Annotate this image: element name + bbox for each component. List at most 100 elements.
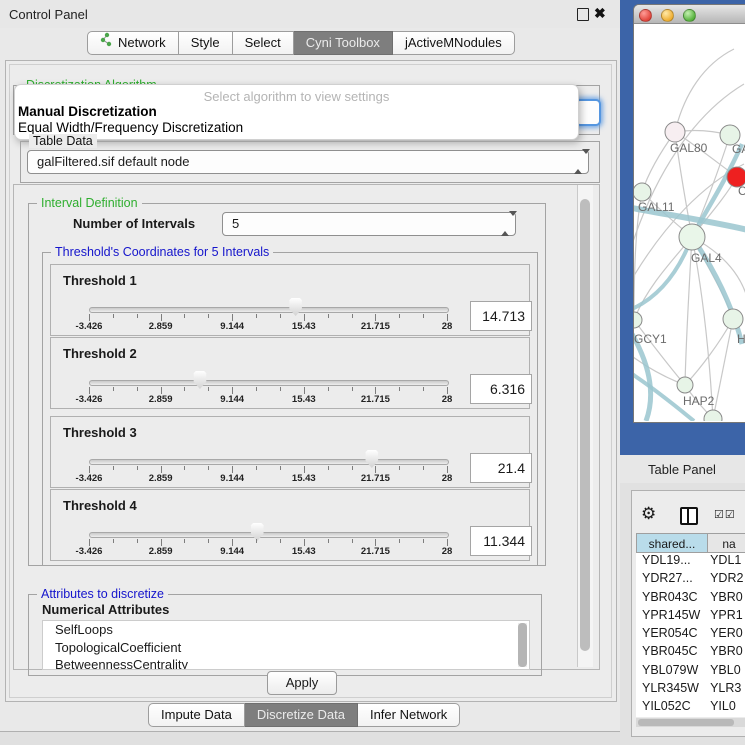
cell-name[interactable]: YDL1 [710, 553, 745, 571]
float-window-icon[interactable] [577, 8, 589, 21]
table-row[interactable]: YBR043CYBR0 [636, 590, 745, 608]
node-label: GCY1 [634, 332, 667, 346]
list-item[interactable]: SelfLoops [43, 621, 529, 639]
slider-thumb[interactable] [193, 371, 207, 389]
zoom-window-icon[interactable] [683, 9, 696, 22]
network-node-gal4[interactable] [679, 224, 705, 250]
tab-jactivemnodules[interactable]: jActiveMNodules [393, 31, 515, 55]
numerical-attributes-list[interactable]: SelfLoopsTopologicalCoefficientBetweenne… [42, 620, 530, 670]
list-scrollbar[interactable] [518, 623, 527, 667]
bottom-tab-infer-network[interactable]: Infer Network [358, 703, 460, 727]
network-edge[interactable] [675, 49, 734, 132]
tab-style[interactable]: Style [179, 31, 233, 55]
column-header-name[interactable]: na [708, 533, 745, 553]
tick-label: 2.859 [149, 473, 173, 484]
network-node-gal80[interactable] [665, 122, 685, 142]
network-window-titlebar[interactable] [634, 5, 745, 24]
cell-shared-name[interactable]: YDR27... [636, 571, 710, 589]
cell-name[interactable]: YBR0 [710, 590, 745, 608]
table-row[interactable]: YER054CYER0 [636, 626, 745, 644]
cell-shared-name[interactable]: YLR345W [636, 681, 710, 699]
tick-mark [280, 466, 281, 470]
list-item[interactable]: BetweennessCentrality [43, 656, 529, 670]
tick-label: 21.715 [361, 394, 390, 405]
table-row[interactable]: YIL052CYIL0 [636, 699, 745, 717]
threshold-value-field[interactable]: 21.4 [470, 453, 532, 483]
tick-mark [208, 466, 209, 470]
num-intervals-combo[interactable]: 5 [222, 212, 516, 236]
close-icon[interactable]: ✖ [594, 5, 606, 22]
group-title: Threshold's Coordinates for 5 Intervals [51, 245, 273, 259]
slider-thumb[interactable] [289, 298, 303, 316]
menu-item-equal-width-frequency[interactable]: Equal Width/Frequency Discretization [18, 120, 243, 135]
tick-label: 21.715 [361, 546, 390, 557]
cell-shared-name[interactable]: YPR145W [636, 608, 710, 626]
tick-label: 9.144 [220, 394, 244, 405]
list-item[interactable]: TopologicalCoefficient [43, 639, 529, 657]
table-row[interactable]: YLR345WYLR3 [636, 681, 745, 699]
table-row[interactable]: YDL19...YDL1 [636, 553, 745, 571]
gear-icon[interactable]: ⚙ [641, 504, 656, 524]
table-row[interactable]: YDR27...YDR2 [636, 571, 745, 589]
threshold-value-field[interactable]: 14.713 [470, 301, 532, 331]
cell-shared-name[interactable]: YBL079W [636, 663, 710, 681]
cell-name[interactable]: YIL0 [710, 699, 745, 717]
slider-track[interactable] [89, 380, 449, 386]
tick-label: -3.426 [76, 473, 103, 484]
checkbox-icons[interactable]: ☑☑ [714, 508, 736, 521]
tab-label: Select [245, 32, 281, 54]
table-data-combo[interactable]: galFiltered.sif default node [27, 150, 589, 174]
cell-shared-name[interactable]: YBR045C [636, 644, 710, 662]
cell-shared-name[interactable]: YDL19... [636, 553, 710, 571]
slider-thumb[interactable] [250, 523, 264, 541]
network-edge[interactable] [634, 237, 692, 320]
network-node-h[interactable] [723, 309, 743, 329]
network-node-gcy1[interactable] [634, 312, 642, 328]
apply-button[interactable]: Apply [267, 671, 337, 695]
cell-name[interactable]: YBR0 [710, 644, 745, 662]
cell-name[interactable]: YLR3 [710, 681, 745, 699]
bottom-tab-discretize-data[interactable]: Discretize Data [245, 703, 358, 727]
menu-item-manual-discretization[interactable]: Manual Discretization [18, 104, 157, 119]
close-window-icon[interactable] [639, 9, 652, 22]
tick-mark [113, 466, 114, 470]
table-row[interactable]: YPR145WYPR1 [636, 608, 745, 626]
tick-label: 28 [442, 394, 453, 405]
network-node-gal11[interactable] [634, 183, 651, 201]
table-row[interactable]: YBL079WYBL0 [636, 663, 745, 681]
vertical-scrollbar[interactable] [577, 185, 593, 667]
tab-select[interactable]: Select [233, 31, 294, 55]
cell-name[interactable]: YPR1 [710, 608, 745, 626]
cell-name[interactable]: YBL0 [710, 663, 745, 681]
slider-track[interactable] [89, 459, 449, 465]
cell-shared-name[interactable]: YBR043C [636, 590, 710, 608]
tab-network[interactable]: Network [87, 31, 179, 55]
horizontal-scrollbar[interactable] [636, 718, 745, 727]
network-view-window[interactable]: GAL80GACGAL11GAL4GCY1HHAP2 [633, 4, 745, 423]
cell-name[interactable]: YER0 [710, 626, 745, 644]
column-icon[interactable] [680, 507, 698, 525]
tick-mark [184, 387, 185, 391]
tab-cyni-toolbox[interactable]: Cyni Toolbox [294, 31, 393, 55]
network-canvas[interactable]: GAL80GACGAL11GAL4GCY1HHAP2 [634, 24, 745, 421]
scrollbar-thumb[interactable] [638, 719, 734, 726]
tick-mark [113, 314, 114, 318]
threshold-value-field[interactable]: 11.344 [470, 526, 532, 556]
cell-shared-name[interactable]: YIL052C [636, 699, 710, 717]
slider-track[interactable] [89, 532, 449, 538]
table-data-value: galFiltered.sif default node [37, 154, 189, 169]
table-row[interactable]: YBR045CYBR0 [636, 644, 745, 662]
column-header-shared[interactable]: shared... [636, 533, 708, 553]
tick-mark [113, 387, 114, 391]
threshold-value-field[interactable]: 6.316 [470, 374, 532, 404]
cell-name[interactable]: YDR2 [710, 571, 745, 589]
network-edge[interactable] [713, 319, 733, 419]
tick-mark [256, 387, 257, 391]
slider-track[interactable] [89, 307, 449, 313]
bottom-tab-impute-data[interactable]: Impute Data [148, 703, 245, 727]
slider-thumb[interactable] [365, 450, 379, 468]
network-node-hap2[interactable] [677, 377, 693, 393]
minimize-window-icon[interactable] [661, 9, 674, 22]
cell-shared-name[interactable]: YER054C [636, 626, 710, 644]
scrollbar-thumb[interactable] [580, 199, 590, 651]
